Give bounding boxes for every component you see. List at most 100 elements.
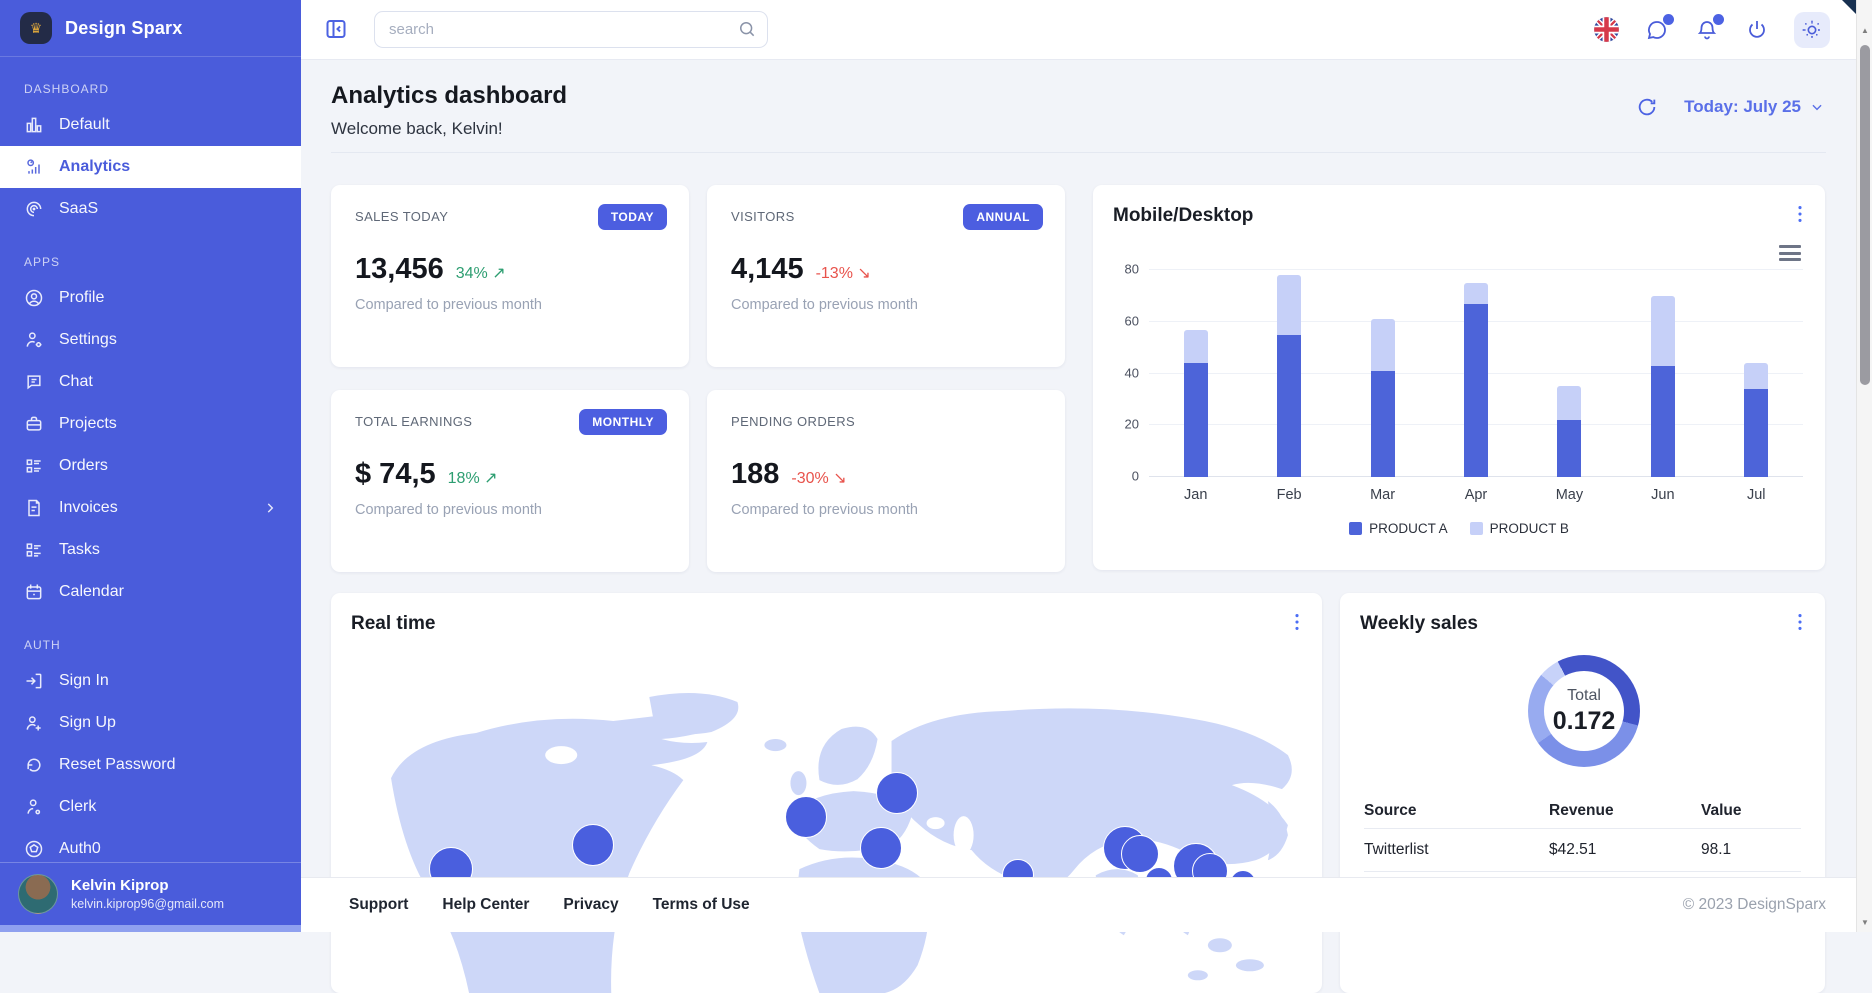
notifications-button[interactable] [1694,17,1720,43]
reset-icon [24,755,44,775]
stat-card-pending-orders: PENDING ORDERS 188 -30% ↘ Compared to pr… [707,390,1065,572]
stat-compare: Compared to previous month [731,502,1041,518]
footer-link-privacy[interactable]: Privacy [563,896,618,914]
chart-column-icon [24,115,44,135]
chart-legend: PRODUCT A PRODUCT B [1093,521,1825,536]
uk-flag-icon [1593,16,1620,43]
footer-link-terms[interactable]: Terms of Use [653,896,750,914]
brand[interactable]: ♛ Design Sparx [0,0,301,57]
legend-item-product-a[interactable]: PRODUCT A [1349,521,1448,536]
sidebar-item-orders[interactable]: Orders [0,445,301,487]
legend-swatch-b [1470,522,1483,535]
bar-jan [1149,270,1242,477]
refresh-icon [1636,96,1658,118]
sidebar: ♛ Design Sparx DASHBOARD Default Analyti… [0,0,301,932]
logout-button[interactable] [1744,17,1770,43]
date-picker[interactable]: Today: July 25 [1684,97,1824,117]
scrollbar: ▲ ▼ [1856,0,1872,932]
trend-up-icon: ↗ [484,470,497,487]
realtime-title: Real time [351,613,435,635]
theme-toggle-button[interactable] [1794,12,1830,48]
sidebar-user-card[interactable]: Kelvin Kiprop kelvin.kiprop96@gmail.com [0,862,301,925]
spiral-icon [24,199,44,219]
chart-context-menu-button[interactable] [1779,245,1801,261]
search-icon [737,19,757,39]
scrollbar-down-arrow[interactable]: ▼ [1857,914,1872,930]
stat-value: 188 [731,458,779,491]
cell-value: 98.1 [1701,841,1801,859]
messages-button[interactable] [1644,17,1670,43]
col-header-revenue: Revenue [1549,802,1701,820]
map-activity-dot [860,827,902,869]
sidebar-item-settings[interactable]: Settings [0,319,301,361]
language-flag-button[interactable] [1593,16,1620,43]
real-time-card: Real time [331,593,1322,993]
sidebar-bottom-strip [0,925,301,932]
brand-name: Design Sparx [65,18,182,39]
trend-up-icon: ↗ [492,265,505,282]
user-circle-icon [24,288,44,308]
scrollbar-thumb[interactable] [1860,45,1870,385]
sidebar-collapse-button[interactable] [324,17,350,43]
sidebar-item-tasks[interactable]: Tasks [0,529,301,571]
chart-kebab-button[interactable] [1789,203,1811,225]
weekly-kebab-button[interactable] [1789,611,1811,633]
realtime-kebab-button[interactable] [1286,611,1308,633]
footer-link-help-center[interactable]: Help Center [442,896,529,914]
user-email: kelvin.kiprop96@gmail.com [71,897,224,911]
stat-delta: -13% ↘ [816,263,871,283]
stat-delta: 18% ↗ [448,468,498,488]
tasks-icon [24,540,44,560]
refresh-button[interactable] [1636,96,1658,118]
sidebar-item-projects[interactable]: Projects [0,403,301,445]
cell-source: Twitterlist [1364,841,1549,859]
chart-x-axis: JanFebMarAprMayJunJul [1149,487,1803,503]
sidebar-item-default[interactable]: Default [0,104,301,146]
col-header-value: Value [1701,802,1801,820]
kebab-menu-icon [1286,611,1308,633]
stat-badge: ANNUAL [963,204,1043,230]
chevron-right-icon [263,501,277,515]
sidebar-item-calendar[interactable]: Calendar [0,571,301,613]
sidebar-item-profile[interactable]: Profile [0,277,301,319]
legend-item-product-b[interactable]: PRODUCT B [1470,521,1569,536]
chart-plot: 020406080 [1149,270,1803,477]
stat-title: PENDING ORDERS [731,414,1041,429]
sidebar-item-sign-up[interactable]: Sign Up [0,702,301,744]
user-gear-icon [24,330,44,350]
world-map [351,683,1302,993]
sidebar-item-reset-password[interactable]: Reset Password [0,744,301,786]
legend-swatch-a [1349,522,1362,535]
topbar [301,0,1856,60]
sidebar-item-invoices[interactable]: Invoices [0,487,301,529]
footer-link-support[interactable]: Support [349,896,408,914]
section-label-apps: APPS [0,255,301,269]
invoice-icon [24,498,44,518]
sidebar-item-chat[interactable]: Chat [0,361,301,403]
mobile-desktop-chart-card: Mobile/Desktop 020406080 JanFebMarAprMay… [1093,185,1825,570]
power-icon [1745,18,1769,42]
sidebar-item-sign-in[interactable]: Sign In [0,660,301,702]
kebab-menu-icon [1789,203,1811,225]
stat-card-visitors: VISITORS ANNUAL 4,145 -13% ↘ Compared to… [707,185,1065,367]
user-icon [24,797,44,817]
search-input[interactable] [374,11,768,48]
chart-title: Mobile/Desktop [1113,205,1253,227]
world-map-svg [351,683,1302,993]
bar-feb [1242,270,1335,477]
list-layout-icon [24,456,44,476]
page-title: Analytics dashboard [331,82,1826,110]
trend-down-icon: ↘ [857,265,870,282]
sidebar-item-saas[interactable]: SaaS [0,188,301,230]
stat-delta: -30% ↘ [791,468,846,488]
shield-icon [24,839,44,859]
trend-down-icon: ↘ [833,470,846,487]
bar-apr [1429,270,1522,477]
sidebar-item-analytics[interactable]: Analytics [0,146,301,188]
sidebar-item-clerk[interactable]: Clerk [0,786,301,828]
kebab-menu-icon [1789,611,1811,633]
scrollbar-up-arrow[interactable]: ▲ [1857,22,1872,38]
stat-delta: 34% ↗ [456,263,506,283]
chevron-down-icon [1810,100,1824,114]
panel-collapse-icon [324,17,348,41]
